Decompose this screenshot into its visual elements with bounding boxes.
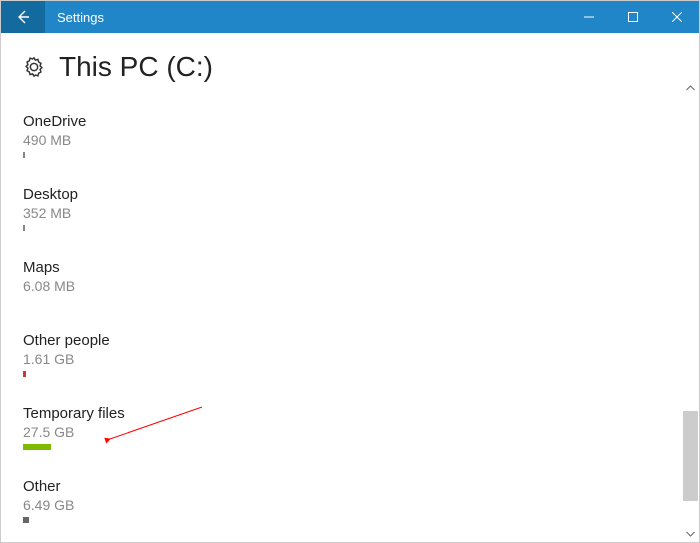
storage-item[interactable]: OneDrive 490 MB (23, 113, 677, 158)
storage-item-name: OneDrive (23, 113, 677, 130)
storage-item-bar (23, 444, 51, 450)
storage-item[interactable]: Temporary files 27.5 GB (23, 405, 677, 450)
gear-icon (23, 56, 45, 78)
storage-item-name: Other people (23, 332, 677, 349)
storage-item-size: 1.61 GB (23, 351, 677, 367)
minimize-icon (584, 12, 594, 22)
storage-item-name: Maps (23, 259, 677, 276)
close-icon (672, 12, 682, 22)
storage-item-name: Desktop (23, 186, 677, 203)
scroll-thumb[interactable] (683, 411, 698, 501)
scroll-up-button[interactable] (683, 81, 698, 96)
storage-item-size: 6.08 MB (23, 278, 677, 294)
page-title: This PC (C:) (59, 51, 213, 83)
storage-item-bar (23, 371, 26, 377)
storage-item-size: 6.49 GB (23, 497, 677, 513)
back-arrow-icon (15, 9, 31, 25)
chevron-up-icon (686, 84, 695, 93)
window-controls (567, 1, 699, 33)
storage-item-bar (23, 225, 25, 231)
scroll-down-button[interactable] (683, 526, 698, 541)
chevron-down-icon (686, 529, 695, 538)
storage-item-bar (23, 152, 25, 158)
storage-item[interactable]: Maps 6.08 MB (23, 259, 677, 304)
storage-item-name: Temporary files (23, 405, 677, 422)
storage-item[interactable]: Other 6.49 GB (23, 478, 677, 523)
window-title: Settings (57, 10, 104, 25)
storage-item[interactable]: Desktop 352 MB (23, 186, 677, 231)
storage-item-name: Other (23, 478, 677, 495)
minimize-button[interactable] (567, 1, 611, 33)
storage-item-bar (23, 517, 29, 523)
storage-item-size: 352 MB (23, 205, 677, 221)
page-header: This PC (C:) (23, 51, 677, 83)
back-button[interactable] (1, 1, 45, 33)
scrollbar[interactable] (683, 81, 698, 541)
storage-item-size: 490 MB (23, 132, 677, 148)
maximize-button[interactable] (611, 1, 655, 33)
maximize-icon (628, 12, 638, 22)
close-button[interactable] (655, 1, 699, 33)
storage-item[interactable]: Other people 1.61 GB (23, 332, 677, 377)
content-area: This PC (C:) OneDrive 490 MB Desktop 352 MB… (1, 33, 699, 542)
titlebar: Settings (1, 1, 699, 33)
storage-item-size: 27.5 GB (23, 424, 677, 440)
